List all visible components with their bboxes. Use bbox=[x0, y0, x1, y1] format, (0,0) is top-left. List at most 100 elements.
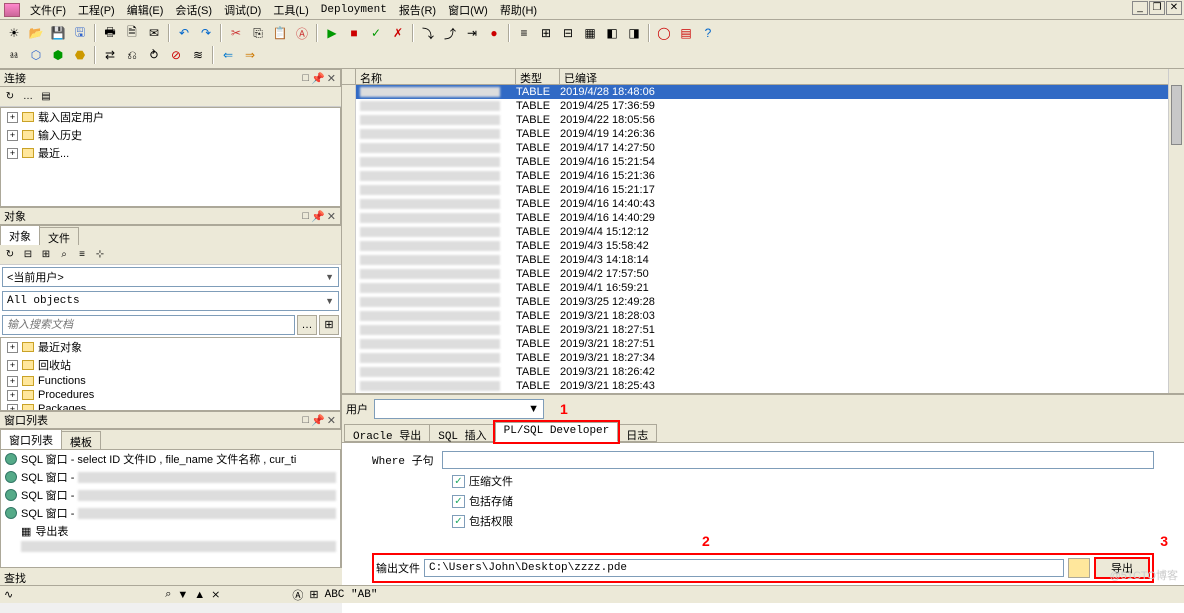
tab-objects[interactable]: 对象 bbox=[0, 225, 40, 245]
output-file-input[interactable] bbox=[424, 559, 1064, 577]
expand-icon[interactable]: + bbox=[7, 404, 18, 412]
table-row[interactable]: TABLE2019/4/3 15:58:42 bbox=[342, 239, 1184, 253]
t2-1-icon[interactable]: ⎂ bbox=[4, 45, 24, 65]
mail-icon[interactable]: ✉ bbox=[144, 23, 164, 43]
filter-combo[interactable]: All objects▼ bbox=[2, 291, 339, 311]
save-icon[interactable]: 💾 bbox=[48, 23, 68, 43]
connection-tree[interactable]: +载入固定用户+输入历史+最近... bbox=[0, 107, 341, 207]
tab-oracle-export[interactable]: Oracle 导出 bbox=[344, 424, 430, 442]
t2-icon[interactable]: ⊹ bbox=[92, 247, 108, 263]
commit-icon[interactable]: ✓ bbox=[366, 23, 386, 43]
expand-icon[interactable]: + bbox=[7, 342, 18, 353]
check-storage[interactable]: ✓ bbox=[452, 495, 465, 508]
col-type-header[interactable]: 类型 bbox=[516, 69, 560, 84]
table-row[interactable]: TABLE2019/4/28 18:48:06 bbox=[342, 85, 1184, 99]
menu-debug[interactable]: 调试(D) bbox=[218, 0, 267, 20]
copy-icon[interactable]: ⎘ bbox=[248, 23, 268, 43]
close-button[interactable]: ✕ bbox=[1166, 1, 1182, 15]
col-compiled-header[interactable]: 已编译 bbox=[560, 69, 1184, 84]
object-tree[interactable]: +最近对象+回收站+Functions+Procedures+Packages bbox=[0, 337, 341, 411]
user-select-combo[interactable]: ▼ bbox=[374, 399, 544, 419]
tab-windowlist[interactable]: 窗口列表 bbox=[0, 429, 62, 449]
sb-1-icon[interactable]: ∿ bbox=[4, 588, 13, 601]
refresh-icon[interactable]: ↻ bbox=[2, 247, 18, 263]
debug-out-icon[interactable]: ⇥ bbox=[462, 23, 482, 43]
table-row[interactable]: TABLE2019/4/22 18:05:56 bbox=[342, 113, 1184, 127]
table-row[interactable]: TABLE2019/4/16 15:21:17 bbox=[342, 183, 1184, 197]
menu-session[interactable]: 会话(S) bbox=[169, 0, 218, 20]
table-row[interactable]: TABLE2019/3/21 18:27:51 bbox=[342, 337, 1184, 351]
sb-up-icon[interactable]: ▲ bbox=[194, 589, 205, 601]
tab-sql-insert[interactable]: SQL 插入 bbox=[429, 424, 495, 442]
tree-item[interactable]: +Procedures bbox=[1, 388, 340, 402]
table-row[interactable]: TABLE2019/3/21 18:25:43 bbox=[342, 379, 1184, 393]
tree-item[interactable]: +最近对象 bbox=[1, 338, 340, 356]
table-row[interactable]: TABLE2019/4/1 16:59:21 bbox=[342, 281, 1184, 295]
where-input[interactable] bbox=[442, 451, 1154, 469]
menu-edit[interactable]: 编辑(E) bbox=[121, 0, 170, 20]
t2-7-icon[interactable]: ⥁ bbox=[144, 45, 164, 65]
restore-button[interactable]: ❐ bbox=[1149, 1, 1165, 15]
menu-window[interactable]: 窗口(W) bbox=[442, 0, 494, 20]
expand-icon[interactable]: + bbox=[7, 148, 18, 159]
expand-icon[interactable]: + bbox=[7, 360, 18, 371]
expand-icon[interactable]: + bbox=[7, 112, 18, 123]
refresh-icon[interactable]: ↻ bbox=[2, 89, 18, 105]
table-row[interactable]: TABLE2019/3/25 12:49:28 bbox=[342, 295, 1184, 309]
t2-8-icon[interactable]: ⊘ bbox=[166, 45, 186, 65]
sql-window-icon[interactable]: ◧ bbox=[602, 23, 622, 43]
expand-icon[interactable]: + bbox=[7, 130, 18, 141]
table-row[interactable]: TABLE2019/4/16 15:21:54 bbox=[342, 155, 1184, 169]
table-row[interactable]: TABLE2019/4/3 14:18:14 bbox=[342, 253, 1184, 267]
menu-project[interactable]: 工程(P) bbox=[72, 0, 121, 20]
tab-files[interactable]: 文件 bbox=[39, 227, 79, 245]
report-window-icon[interactable]: ◨ bbox=[624, 23, 644, 43]
sb-down-icon[interactable]: ▼ bbox=[177, 589, 188, 601]
t2-3-icon[interactable]: ⬢ bbox=[48, 45, 68, 65]
collapse-icon[interactable]: … bbox=[20, 89, 36, 105]
table-row[interactable]: TABLE2019/3/21 18:27:34 bbox=[342, 351, 1184, 365]
redo-icon[interactable]: ↷ bbox=[196, 23, 216, 43]
sb-binocular-icon[interactable]: ⌕ bbox=[165, 588, 171, 601]
stop-icon[interactable]: ■ bbox=[344, 23, 364, 43]
help-icon[interactable]: ? bbox=[698, 23, 718, 43]
tab-template[interactable]: 模板 bbox=[61, 431, 101, 449]
find-icon[interactable]: Ⓐ bbox=[292, 23, 312, 43]
pdf-icon[interactable]: ▤ bbox=[676, 23, 696, 43]
t-icon[interactable]: ≡ bbox=[74, 247, 90, 263]
sb-a-icon[interactable]: Ⓐ bbox=[292, 587, 303, 603]
expand-icon[interactable]: ⊞ bbox=[38, 247, 54, 263]
pin2-icon[interactable]: 📌 bbox=[311, 210, 325, 223]
cut-icon[interactable]: ✂ bbox=[226, 23, 246, 43]
rollback-icon[interactable]: ✗ bbox=[388, 23, 408, 43]
check-priv[interactable]: ✓ bbox=[452, 515, 465, 528]
t2-6-icon[interactable]: ⎌ bbox=[122, 45, 142, 65]
open-icon[interactable]: 📂 bbox=[26, 23, 46, 43]
list-item[interactable]: SQL 窗口 - select ID 文件ID , file_name 文件名称… bbox=[1, 450, 340, 468]
pin-icon[interactable]: □ bbox=[302, 210, 309, 223]
t2-9-icon[interactable]: ≋ bbox=[188, 45, 208, 65]
table-row[interactable]: TABLE2019/4/2 17:57:50 bbox=[342, 267, 1184, 281]
minimize-button[interactable]: _ bbox=[1132, 1, 1148, 15]
menu-file[interactable]: 文件(F) bbox=[24, 0, 72, 20]
tree-item[interactable]: +最近... bbox=[1, 144, 340, 162]
collapse-icon[interactable]: ⊟ bbox=[20, 247, 36, 263]
undo-icon[interactable]: ↶ bbox=[174, 23, 194, 43]
debug-over-icon[interactable]: ⤴ bbox=[440, 23, 460, 43]
tab-plsql-developer[interactable]: PL/SQL Developer bbox=[495, 422, 619, 442]
print-icon[interactable]: 🖶 bbox=[100, 23, 120, 43]
folder-view-icon[interactable]: ▤ bbox=[38, 89, 54, 105]
plan-icon[interactable]: ≡ bbox=[514, 23, 534, 43]
oracle-icon[interactable]: ◯ bbox=[654, 23, 674, 43]
search-input[interactable] bbox=[2, 315, 295, 335]
pin-icon[interactable]: □ bbox=[302, 72, 309, 85]
monitor-icon[interactable]: ⊟ bbox=[558, 23, 578, 43]
user-combo[interactable]: <当前用户>▼ bbox=[2, 267, 339, 287]
tab-log[interactable]: 日志 bbox=[617, 424, 657, 442]
check-compress[interactable]: ✓ bbox=[452, 475, 465, 488]
binocular-icon[interactable]: ⌕ bbox=[56, 247, 72, 263]
menu-report[interactable]: 报告(R) bbox=[393, 0, 442, 20]
table-row[interactable]: TABLE2019/4/16 14:40:29 bbox=[342, 211, 1184, 225]
tree-item[interactable]: +回收站 bbox=[1, 356, 340, 374]
execute-icon[interactable]: ▶ bbox=[322, 23, 342, 43]
